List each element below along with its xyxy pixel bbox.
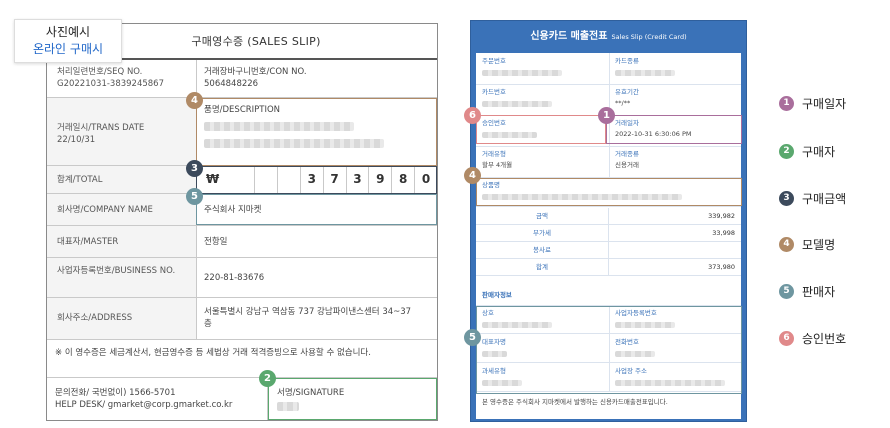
seller-section-title: 판매자정보: [482, 291, 512, 299]
sum-row: 금액 339,982: [476, 208, 741, 225]
legend-item: 4 모델명: [779, 236, 835, 253]
highlight-card-seller-box: [476, 306, 742, 394]
highlight-approval-box: [476, 115, 606, 144]
legend-item: 3 구매금액: [779, 190, 846, 207]
sum-row: 부가세 33,998: [476, 225, 741, 242]
badge-approval: 6: [464, 107, 481, 124]
sum-label: 부가세: [476, 225, 609, 241]
sum-label: 봉사료: [476, 242, 609, 258]
badge-seller: 5: [186, 188, 203, 205]
sum-row: 봉사료: [476, 242, 741, 259]
legend-label: 구매금액: [802, 192, 847, 206]
card-no-label: 카드번호: [482, 88, 506, 96]
seq-label: 처리일련번호/SEQ NO.: [57, 67, 143, 77]
sum-label: 금액: [476, 208, 609, 224]
receipt-row-notice: ※ 이 영수증은 세금계산서, 현금영수증 등 세법상 거래 적격증빙으로 사용…: [47, 340, 437, 378]
legend-item: 6 승인번호: [779, 330, 846, 347]
total-label: 합계/TOTAL: [47, 166, 197, 193]
sum-row: 합계 373,980: [476, 259, 741, 276]
trans-type-value: 할부 4개월: [482, 161, 513, 169]
highlight-product-box: [476, 178, 742, 206]
business-no-value: 220-81-83676: [204, 273, 265, 283]
master-value: 전항일: [204, 237, 228, 247]
blurred-card-type: [615, 70, 675, 76]
badge-amount: 3: [186, 160, 203, 177]
sum-value: 373,980: [708, 263, 735, 271]
card-footer-note: 본 영수증은 주식회사 지마켓에서 발행하는 신용카드매출전표입니다.: [482, 398, 668, 406]
receipt-row-address: 회사주소/ADDRESS 서울특별시 강남구 역삼동 737 강남파이낸스센터 …: [47, 298, 437, 340]
member-no-label: 주문번호: [482, 57, 506, 65]
legend-label: 구매자: [802, 145, 836, 159]
badge-purchase-date: 1: [598, 107, 615, 124]
legend-dot: 4: [779, 237, 794, 252]
card-slip-title-en: Sales Slip (Credit Card): [611, 33, 687, 41]
sample-tag: 사진예시 온라인 구매시: [14, 19, 122, 63]
con-value: 5064848226: [204, 79, 259, 89]
legend-dot: 5: [779, 284, 794, 299]
legend-dot: 6: [779, 331, 794, 346]
highlight-buyer-box: [268, 378, 437, 420]
legend-dot: 2: [779, 144, 794, 159]
seq-value: G20221031-3839245867: [57, 79, 164, 89]
legend-label: 모델명: [802, 238, 836, 252]
address-value: 서울특별시 강남구 역삼동 737 강남파이낸스센터 34~37층: [204, 307, 412, 329]
highlight-purchase-date-box: [606, 115, 742, 144]
company-label: 회사명/COMPANY NAME: [47, 194, 197, 225]
blurred-member-no: [482, 70, 562, 76]
trans-date-label: 거래일시/TRANS DATE: [57, 123, 145, 133]
trans-date-value: 22/10/31: [57, 135, 96, 145]
expiry-value: **/**: [615, 99, 631, 107]
legend-item: 5 판매자: [779, 283, 835, 300]
card-type-label: 카드종류: [615, 57, 639, 65]
con-label: 거래장바구니번호/CON NO.: [204, 67, 307, 77]
sum-value: 339,982: [708, 212, 735, 220]
helpdesk-phone: 문의전화/ 국번없이) 1566-5701: [55, 388, 176, 398]
badge-product: 4: [464, 167, 481, 184]
receipt-row-master: 대표자/MASTER 전항일: [47, 226, 437, 258]
sum-label: 합계: [476, 259, 609, 275]
badge-model: 4: [186, 92, 203, 109]
highlight-seller-box: [196, 194, 437, 225]
expiry-label: 유효기간: [615, 88, 639, 96]
sample-tag-line2: 온라인 구매시: [32, 42, 104, 56]
sum-value: 33,998: [712, 229, 735, 237]
business-no-label: 사업자등록번호/BUSINESS NO.: [47, 258, 197, 297]
highlight-amount-box: [196, 166, 437, 194]
blurred-card-no: [482, 101, 552, 107]
master-label: 대표자/MASTER: [47, 226, 197, 257]
legend-item: 1 구매일자: [779, 95, 846, 112]
receipt-row-business: 사업자등록번호/BUSINESS NO. 220-81-83676: [47, 258, 437, 298]
legend-label: 구매일자: [802, 97, 847, 111]
legend-dot: 3: [779, 191, 794, 206]
address-label: 회사주소/ADDRESS: [47, 298, 197, 339]
helpdesk-email: HELP DESK/ gmarket@corp.gmarket.co.kr: [55, 400, 233, 410]
legend-label: 승인번호: [802, 332, 847, 346]
badge-card-seller: 5: [464, 329, 481, 346]
receipt-row-seq: 처리일련번호/SEQ NO. G20221031-3839245867 거래장바…: [47, 60, 437, 98]
card-upper-panel: 주문번호 카드종류 카드번호 유효기간 **/** 승인번호 거래일자 2022…: [476, 53, 741, 299]
trans-kind-label: 거래종류: [615, 150, 639, 158]
legend-item: 2 구매자: [779, 143, 835, 160]
trans-type-label: 거래유형: [482, 150, 506, 158]
badge-buyer: 2: [259, 370, 276, 387]
highlight-model-box: [196, 98, 437, 166]
trans-kind-value: 신용거래: [615, 161, 639, 169]
legend-dot: 1: [779, 96, 794, 111]
receipt-notice: ※ 이 영수증은 세금계산서, 현금영수증 등 세법상 거래 적격증빙으로 사용…: [55, 348, 371, 358]
card-slip-title: 신용카드 매출전표: [530, 31, 608, 42]
legend-label: 판매자: [802, 285, 836, 299]
sample-tag-line1: 사진예시: [45, 25, 91, 39]
